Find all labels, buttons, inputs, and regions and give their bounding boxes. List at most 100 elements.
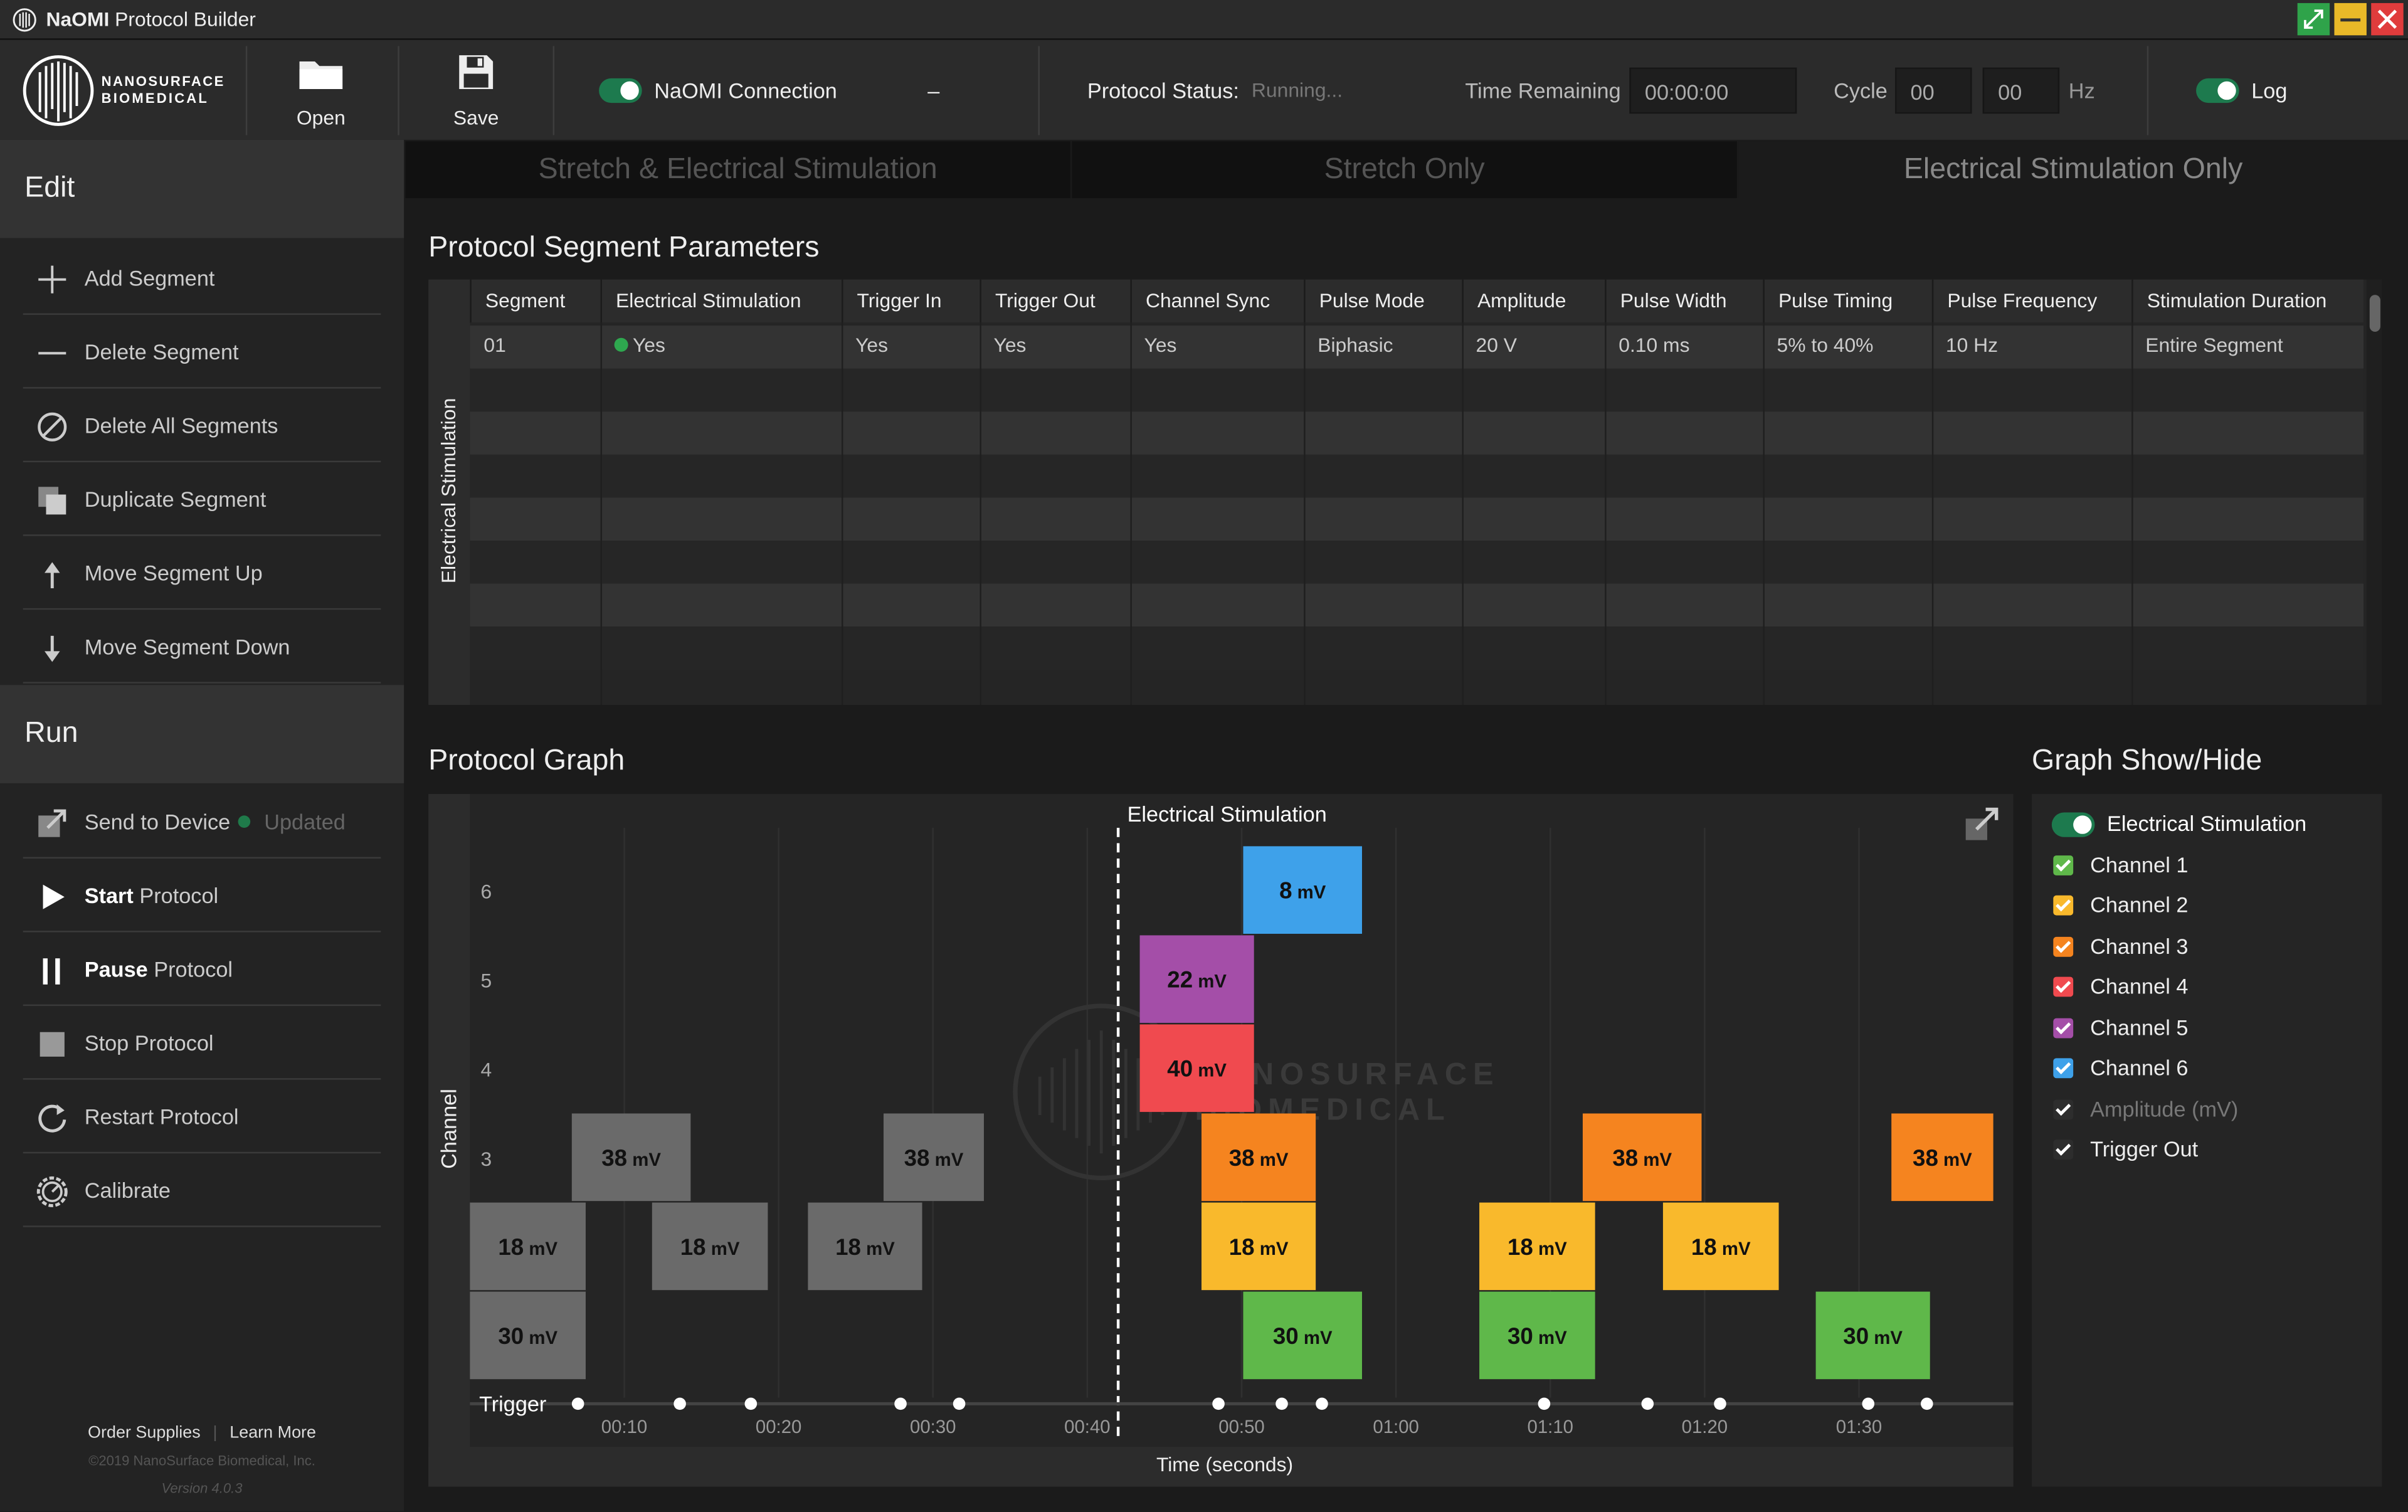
save-label: Save <box>453 105 499 129</box>
trigger-point <box>571 1397 584 1410</box>
block-value-label: 40 mV <box>1167 1056 1227 1082</box>
channel-6-checkbox[interactable] <box>2053 1058 2074 1079</box>
sidebar: Edit Add Segment Delete Segment Delete A… <box>0 139 404 1511</box>
time-remaining-label: Time Remaining <box>1465 78 1621 103</box>
save-button[interactable]: Save <box>439 52 513 129</box>
cell-channel-sync: Yes <box>1144 333 1177 357</box>
block-value-label: 38 mV <box>1913 1145 1972 1171</box>
fullscreen-button[interactable] <box>2297 3 2330 36</box>
restart-protocol-label: Restart Protocol <box>84 1104 239 1129</box>
minimize-button[interactable] <box>2334 3 2367 36</box>
block-value-label: 30 mV <box>1843 1323 1903 1349</box>
footer-link-divider: | <box>213 1424 218 1442</box>
y-tick-label: 3 <box>481 1148 492 1170</box>
arrow-up-icon <box>45 562 60 588</box>
window-title: NaOMI Protocol Builder <box>46 8 256 31</box>
nanosurface-logo-icon <box>23 55 94 126</box>
restart-protocol-button[interactable]: Restart Protocol <box>23 1081 381 1154</box>
cycle-field[interactable]: 00 <box>1895 67 1972 114</box>
x-tick-label: 01:20 <box>1682 1417 1728 1437</box>
showhide-title: Graph Show/Hide <box>2032 744 2263 778</box>
block-value-label: 38 mV <box>904 1145 964 1171</box>
channel-2-checkbox[interactable] <box>2053 895 2074 916</box>
delete-all-segments-button[interactable]: Delete All Segments <box>23 390 381 463</box>
cycle-label: Cycle <box>1834 78 1888 103</box>
move-segment-up-label: Move Segment Up <box>84 560 263 586</box>
x-tick-label: 01:00 <box>1373 1417 1419 1437</box>
block-value-label: 8 mV <box>1279 878 1326 904</box>
chart-title: Electrical Stimulation <box>1127 801 1327 827</box>
channel-1-checkbox[interactable] <box>2053 855 2074 875</box>
prohibited-icon <box>38 412 67 441</box>
table-column-line <box>600 322 603 706</box>
channel-4-label: Channel 4 <box>2090 973 2189 998</box>
stop-protocol-label: Stop Protocol <box>84 1030 214 1055</box>
updated-status-text: Updated <box>264 809 346 834</box>
stop-protocol-button[interactable]: Stop Protocol <box>23 1008 381 1080</box>
channel-5-label: Channel 5 <box>2090 1015 2189 1040</box>
cell-stimulation-duration: Entire Segment <box>2145 333 2283 357</box>
order-supplies-link[interactable]: Order Supplies <box>88 1424 201 1442</box>
plus-icon <box>38 265 66 293</box>
logo-text-line2: BIOMEDICAL <box>101 90 209 106</box>
table-column-line <box>1931 322 1934 706</box>
toolbar-divider <box>245 46 248 135</box>
toolbar-divider <box>552 46 555 135</box>
send-to-device-button[interactable]: Send to Device Updated <box>23 786 381 859</box>
minus-icon <box>38 352 66 355</box>
table-scrollbar[interactable] <box>2366 279 2382 706</box>
trigger-out-checkbox[interactable] <box>2053 1139 2074 1160</box>
log-toggle[interactable] <box>2196 78 2239 103</box>
time-remaining-field: 00:00:00 <box>1629 67 1797 114</box>
channel-2-label: Channel 2 <box>2090 892 2189 917</box>
close-button[interactable] <box>2371 3 2404 36</box>
channel-5-checkbox[interactable] <box>2053 1018 2074 1039</box>
delete-segment-button[interactable]: Delete Segment <box>23 316 381 389</box>
toolbar: NANOSURFACE BIOMEDICAL Open Save NaOMI C… <box>0 40 2408 140</box>
move-segment-down-button[interactable]: Move Segment Down <box>23 611 381 684</box>
table-column-line <box>1763 322 1765 706</box>
naomi-connection-toggle[interactable] <box>599 78 642 103</box>
x-tick-label: 01:10 <box>1528 1417 1574 1437</box>
tab-electrical-only[interactable]: Electrical Stimulation Only <box>1738 141 2408 198</box>
tab-stretch-electrical[interactable]: Stretch & Electrical Stimulation <box>405 141 1070 198</box>
channel-4-checkbox[interactable] <box>2053 976 2074 997</box>
add-segment-button[interactable]: Add Segment <box>23 243 381 315</box>
cell-trigger-in: Yes <box>855 333 889 357</box>
cell-pulse-frequency: 10 Hz <box>1945 333 1999 357</box>
graph-title: Protocol Graph <box>428 744 625 778</box>
scrollbar-thumb[interactable] <box>2369 295 2380 332</box>
channel-3-checkbox[interactable] <box>2053 936 2074 957</box>
channel-1-label: Channel 1 <box>2090 852 2189 877</box>
expand-graph-icon[interactable] <box>1964 805 2001 842</box>
block-value-label: 18 mV <box>1508 1234 1567 1260</box>
close-icon <box>2377 9 2397 29</box>
status-dot <box>614 337 628 352</box>
table-empty-row <box>470 454 2364 498</box>
open-button[interactable]: Open <box>284 52 358 129</box>
delete-all-segments-label: Delete All Segments <box>84 413 278 438</box>
amplitude-label: Amplitude (mV) <box>2090 1096 2239 1121</box>
tab-stretch-only[interactable]: Stretch Only <box>1072 141 1737 198</box>
calibrate-label: Calibrate <box>84 1178 171 1203</box>
delete-segment-label: Delete Segment <box>84 339 239 364</box>
pause-protocol-button[interactable]: Pause Protocol <box>23 934 381 1007</box>
amplitude-checkbox[interactable] <box>2053 1099 2074 1120</box>
company-logo: NANOSURFACE BIOMEDICAL <box>21 54 236 128</box>
x-tick-label: 01:30 <box>1836 1417 1883 1437</box>
start-protocol-button[interactable]: Start Protocol <box>23 860 381 933</box>
learn-more-link[interactable]: Learn More <box>230 1424 316 1442</box>
table-side-label: Electrical Stimulation <box>436 398 460 584</box>
calibrate-button[interactable]: Calibrate <box>23 1155 381 1227</box>
run-section-header: Run <box>0 685 404 783</box>
table-row[interactable]: 01 Yes Yes Yes Yes Biphasic 20 V 0.10 ms… <box>470 324 2363 367</box>
x-tick-label: 00:30 <box>910 1417 956 1437</box>
col-header-pulse-timing: Pulse Timing <box>1763 279 1932 323</box>
electrical-stimulation-toggle[interactable] <box>2051 812 2095 837</box>
duplicate-segment-button[interactable]: Duplicate Segment <box>23 464 381 536</box>
move-segment-up-button[interactable]: Move Segment Up <box>23 537 381 610</box>
start-protocol-label: Start Protocol <box>84 883 219 908</box>
table-empty-row <box>470 583 2364 627</box>
frequency-field[interactable]: 00 <box>1982 67 2060 114</box>
connection-status-value: – <box>927 78 940 103</box>
